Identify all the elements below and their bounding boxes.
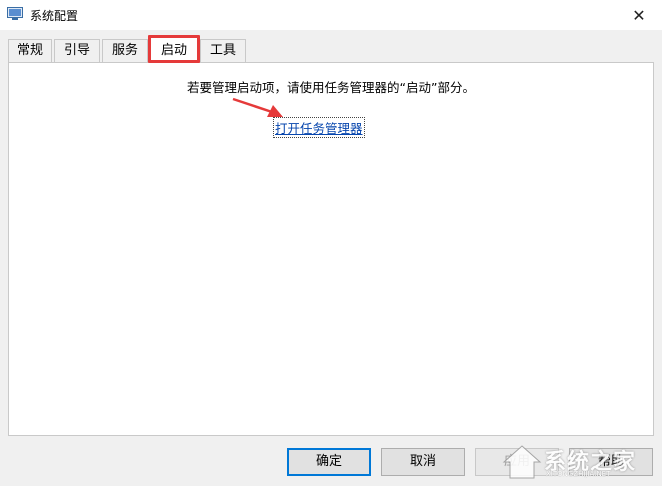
cancel-button[interactable]: 取消 [381, 448, 465, 476]
startup-panel: 若要管理启动项，请使用任务管理器的“启动”部分。 打开任务管理器 [8, 62, 654, 436]
window-title: 系统配置 [30, 9, 79, 23]
red-arrow-icon [232, 97, 283, 117]
close-icon: ✕ [632, 5, 646, 25]
close-button[interactable]: ✕ [616, 0, 662, 30]
tab-tools[interactable]: 工具 [200, 39, 246, 62]
msconfig-icon [7, 7, 23, 20]
ok-button[interactable]: 确定 [287, 448, 371, 476]
tab-boot[interactable]: 引导 [54, 39, 100, 62]
help-button[interactable]: 帮助 [569, 448, 653, 476]
title-bar: 系统配置 ✕ [0, 0, 662, 30]
tab-startup[interactable]: 启动 [150, 37, 198, 62]
tab-services[interactable]: 服务 [102, 39, 148, 62]
tab-general[interactable]: 常规 [8, 39, 52, 62]
open-task-manager-link[interactable]: 打开任务管理器 [273, 117, 365, 138]
dialog-buttons: 确定 取消 应用 帮助 [0, 448, 662, 478]
apply-button[interactable]: 应用 [475, 448, 559, 476]
startup-info-text: 若要管理启动项，请使用任务管理器的“启动”部分。 [187, 80, 475, 95]
